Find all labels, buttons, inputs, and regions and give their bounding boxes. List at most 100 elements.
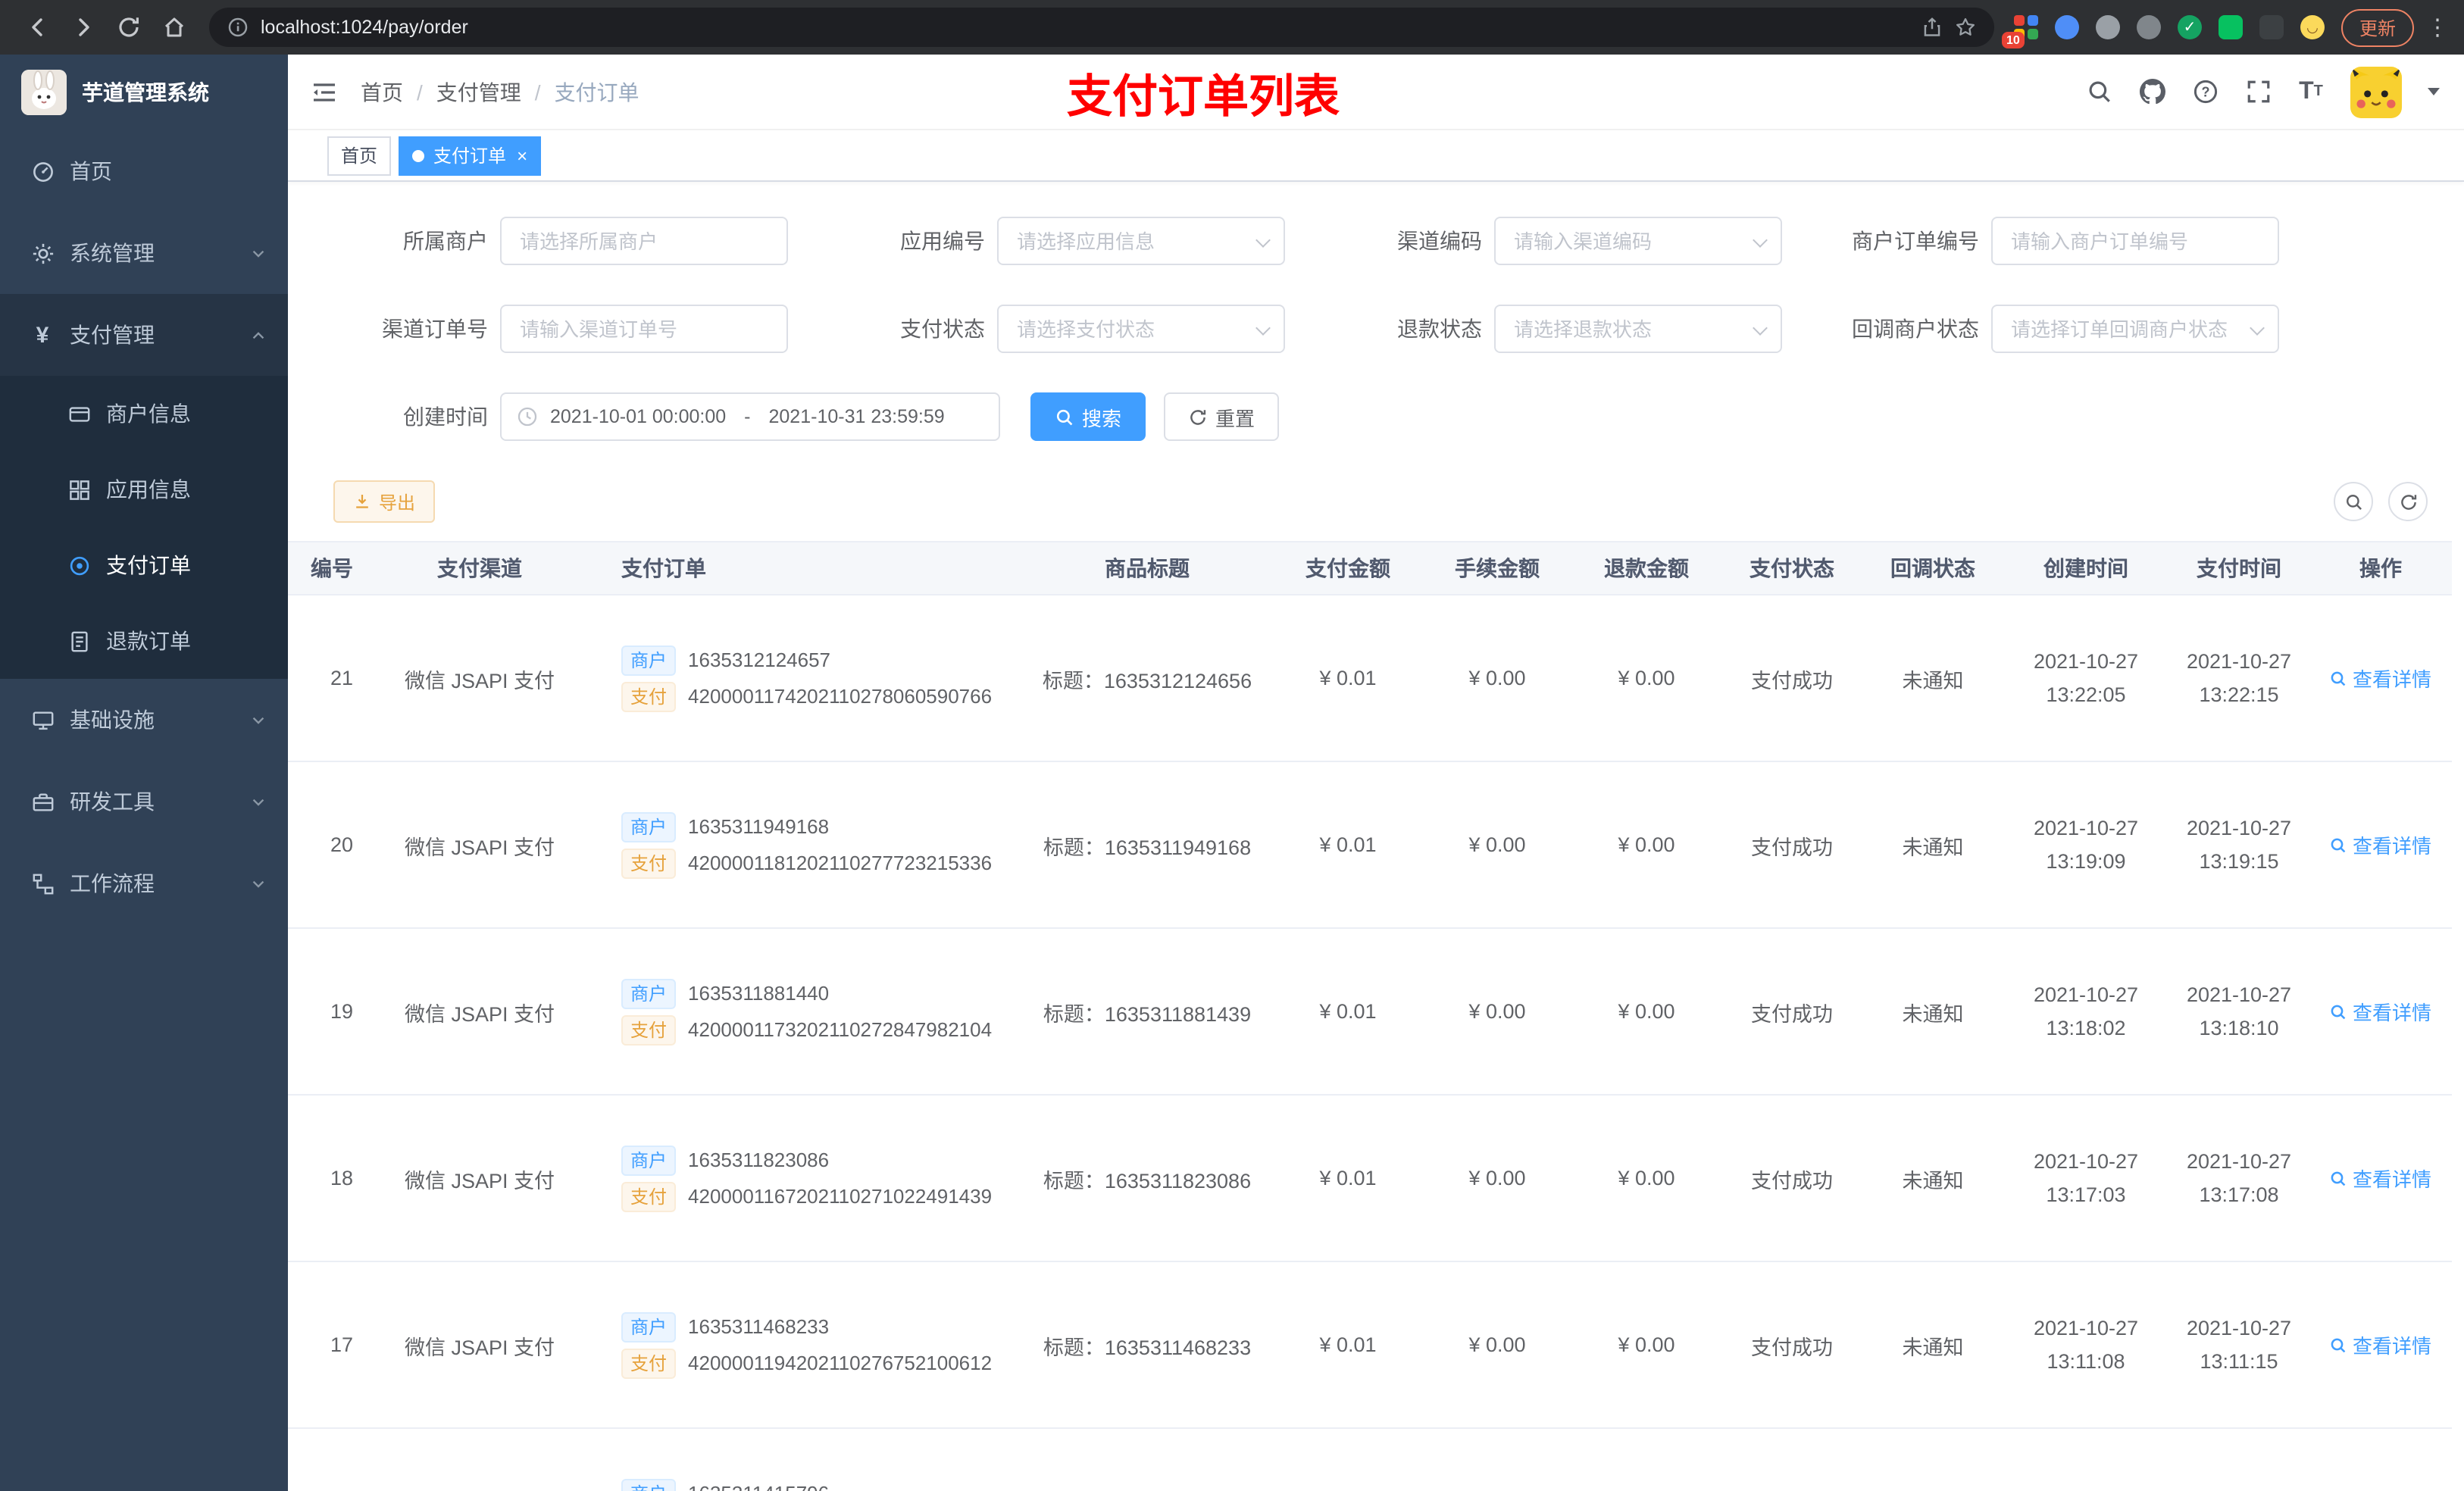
sidebar-item-home[interactable]: 首页: [0, 130, 288, 212]
pay-channel: 微信 JSAPI 支付: [404, 836, 555, 858]
toggle-search-button[interactable]: [2334, 482, 2373, 521]
sidebar-item-pay-order[interactable]: 支付订单: [0, 527, 288, 603]
order-id: 19: [330, 1000, 353, 1023]
refund-amount: ¥ 0.00: [1618, 1333, 1675, 1356]
url-text[interactable]: localhost:1024/pay/order: [261, 17, 1909, 38]
home-icon[interactable]: [155, 8, 194, 47]
search-icon[interactable]: [2085, 78, 2112, 105]
extension-blue-icon[interactable]: [2053, 14, 2081, 41]
create-time: 2021-10-27 13:11:08: [2033, 1316, 2139, 1372]
app-no-select[interactable]: [997, 217, 1285, 265]
create-time-range[interactable]: 2021-10-01 00:00:00 - 2021-10-31 23:59:5…: [500, 392, 1000, 441]
pay-time: 2021-10-27 13:18:10: [2186, 983, 2292, 1039]
view-detail-link[interactable]: 查看详情: [2330, 1164, 2431, 1192]
sidebar-item-workflow[interactable]: 工作流程: [0, 842, 288, 924]
sidebar-item-label: 应用信息: [106, 477, 191, 502]
grid-icon: [67, 477, 91, 502]
channel-code-select[interactable]: [1494, 217, 1782, 265]
sidebar-item-infrastructure[interactable]: 基础设施: [0, 679, 288, 761]
merchant-order-no-field[interactable]: [1991, 217, 2279, 265]
sidebar-item-label: 工作流程: [70, 871, 155, 896]
sidebar-item-payment[interactable]: ¥ 支付管理: [0, 294, 288, 376]
caret-down-icon[interactable]: [2428, 88, 2440, 95]
filter-row-1: 所属商户 应用编号 渠道编码: [333, 217, 2464, 265]
fee-amount: ¥ 0.00: [1468, 667, 1526, 689]
search-button[interactable]: 搜索: [1030, 392, 1146, 441]
search-icon: [2331, 1337, 2347, 1352]
filter-row-2: 渠道订单号 支付状态 退款状态: [333, 305, 2464, 353]
pay-status-select[interactable]: [997, 305, 1285, 353]
bookmark-star-icon[interactable]: [1955, 17, 1976, 38]
extension-gray-icon-2[interactable]: [2135, 14, 2162, 41]
breadcrumb-pay-manage[interactable]: 支付管理: [436, 77, 521, 107]
sidebar-item-refund-order[interactable]: 退款订单: [0, 603, 288, 679]
github-icon[interactable]: [2138, 78, 2165, 105]
channel-code-select-input[interactable]: [1494, 217, 1782, 265]
view-detail-link[interactable]: 查看详情: [2330, 664, 2431, 692]
fee-amount: ¥ 0.00: [1468, 833, 1526, 856]
extension-green-square-icon[interactable]: [2217, 14, 2244, 41]
col-header-pay-order: 支付订单: [621, 556, 706, 580]
help-icon[interactable]: ?: [2191, 78, 2219, 105]
sidebar-item-app-info[interactable]: 应用信息: [0, 452, 288, 527]
date-end[interactable]: 2021-10-31 23:59:59: [769, 406, 945, 427]
view-detail-link[interactable]: 查看详情: [2330, 997, 2431, 1026]
refresh-table-button[interactable]: [2388, 482, 2428, 521]
pay-tag: 支付: [621, 1348, 677, 1378]
notify-status: 未通知: [1902, 1002, 1964, 1025]
browser-menu-icon[interactable]: ⋮: [2426, 14, 2449, 41]
app-no-select-input[interactable]: [997, 217, 1285, 265]
sidebar-item-merchant-info[interactable]: 商户信息: [0, 376, 288, 452]
close-icon[interactable]: ×: [517, 146, 527, 164]
pay-amount: ¥ 0.01: [1319, 667, 1377, 689]
extension-gray-icon-1[interactable]: [2094, 14, 2122, 41]
info-icon[interactable]: [227, 17, 249, 38]
extension-palette-icon[interactable]: 10: [2001, 14, 2040, 48]
forward-icon[interactable]: [64, 8, 103, 47]
pay-tag: 支付: [621, 1014, 677, 1045]
col-header-pay-time: 支付时间: [2197, 556, 2281, 580]
merchant-filter[interactable]: [500, 217, 788, 265]
avatar[interactable]: [2350, 66, 2402, 117]
pay-status-select-input[interactable]: [997, 305, 1285, 353]
fullscreen-icon[interactable]: [2244, 78, 2272, 105]
sidebar-item-dev-tools[interactable]: 研发工具: [0, 761, 288, 842]
action-cell: 查看详情: [2309, 1164, 2452, 1192]
address-bar[interactable]: localhost:1024/pay/order: [209, 8, 1994, 47]
extension-green-circle-icon[interactable]: ✓: [2176, 14, 2203, 41]
breadcrumb-home[interactable]: 首页: [361, 77, 403, 107]
back-icon[interactable]: [18, 8, 58, 47]
merchant-filter-input[interactable]: [500, 217, 788, 265]
action-cell: 查看详情: [2309, 1330, 2452, 1359]
pay-tag: 支付: [621, 1181, 677, 1211]
font-size-icon[interactable]: TT: [2297, 78, 2325, 105]
view-detail-link[interactable]: 查看详情: [2330, 830, 2431, 859]
date-start[interactable]: 2021-10-01 00:00:00: [550, 406, 726, 427]
browser-toolbar: localhost:1024/pay/order 10 ✓ ◡ 更新 ⋮: [0, 0, 2464, 55]
callback-status-select-input[interactable]: [1991, 305, 2279, 353]
merchant-tag: 商户: [621, 1145, 677, 1175]
payment-submenu: 商户信息 应用信息 支付订单 退款订单: [0, 376, 288, 679]
product-title: 标题：1635311881439: [1043, 1002, 1252, 1025]
export-button[interactable]: 导出: [333, 480, 436, 523]
view-detail-link[interactable]: 查看详情: [2330, 1330, 2431, 1359]
channel-order-no-field[interactable]: [500, 305, 788, 353]
reload-icon[interactable]: [109, 8, 149, 47]
share-icon[interactable]: [1921, 17, 1943, 38]
update-button[interactable]: 更新: [2340, 8, 2414, 46]
tags-view: 首页 支付订单 ×: [288, 130, 2464, 182]
refund-status-select-input[interactable]: [1494, 305, 1782, 353]
main-area: 首页 / 支付管理 / 支付订单 支付订单列表 ? TT 首页 支付订单 × 所…: [288, 55, 2464, 1491]
channel-order-no-input[interactable]: [500, 305, 788, 353]
tag-pay-order[interactable]: 支付订单 ×: [399, 136, 542, 175]
reset-button[interactable]: 重置: [1164, 392, 1280, 441]
extension-emoji-icon[interactable]: ◡: [2299, 14, 2326, 41]
extension-dark-icon[interactable]: [2258, 14, 2285, 41]
merchant-order-no-input[interactable]: [1991, 217, 2279, 265]
sidebar-item-system[interactable]: 系统管理: [0, 212, 288, 294]
tag-home[interactable]: 首页: [327, 136, 392, 175]
menu-fold-icon[interactable]: [288, 78, 361, 105]
refund-status-select[interactable]: [1494, 305, 1782, 353]
callback-status-select[interactable]: [1991, 305, 2279, 353]
order-id: 20: [330, 833, 353, 856]
